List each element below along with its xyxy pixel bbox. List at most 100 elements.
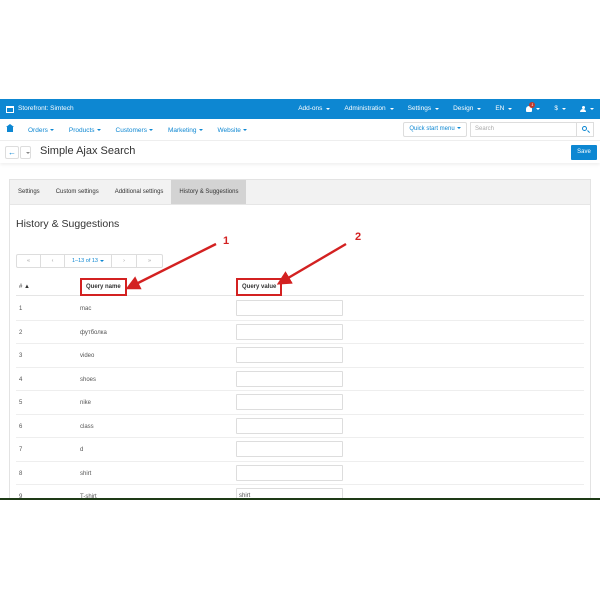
row-number: 6 xyxy=(19,423,23,430)
row-number: 1 xyxy=(19,306,23,312)
chevron-down-icon xyxy=(435,107,440,110)
table-row: 6 class xyxy=(16,415,584,438)
chevron-down-icon xyxy=(26,152,30,154)
menu-settings[interactable]: Settings xyxy=(408,105,440,112)
query-value-input[interactable] xyxy=(236,370,343,387)
pager-first[interactable]: « xyxy=(17,255,41,267)
search-button[interactable] xyxy=(577,122,594,137)
chevron-down-icon xyxy=(96,129,101,132)
tab-settings[interactable]: Settings xyxy=(10,180,48,204)
row-query-name: video xyxy=(80,353,95,359)
admin-screen: Storefront: Simtech Add-ons Administrati… xyxy=(0,99,600,499)
user-menu[interactable] xyxy=(580,105,594,112)
tab-custom-settings[interactable]: Custom settings xyxy=(48,180,107,204)
section-title: History & Suggestions xyxy=(16,218,120,230)
content-panel: Settings Custom settings Additional sett… xyxy=(9,179,591,499)
table-row: 1 mac xyxy=(16,297,584,321)
pager-range-select[interactable]: 1–13 of 13 xyxy=(65,255,112,267)
table-row: 9 T-shirt shirt xyxy=(16,485,584,499)
nav-orders-label: Orders xyxy=(28,127,48,134)
query-value-input[interactable] xyxy=(236,347,343,363)
menu-design-label: Design xyxy=(453,105,474,112)
table-row: 7 d xyxy=(16,438,584,462)
menu-addons[interactable]: Add-ons xyxy=(298,105,331,112)
query-value-input[interactable] xyxy=(236,417,343,434)
search-icon xyxy=(582,126,587,131)
chevron-down-icon xyxy=(148,129,153,132)
menu-design[interactable]: Design xyxy=(453,105,482,112)
nav-website-label: Website xyxy=(217,127,241,134)
tab-additional-settings[interactable]: Additional settings xyxy=(107,180,172,204)
pagination: « ‹ 1–13 of 13 › » xyxy=(16,254,163,268)
row-number: 5 xyxy=(19,400,23,406)
query-value-input[interactable] xyxy=(236,441,343,457)
nav-products[interactable]: Products xyxy=(69,127,101,134)
bell-icon: 1 xyxy=(526,101,536,112)
nav-marketing[interactable]: Marketing xyxy=(168,127,203,134)
annotation-label-2: 2 xyxy=(355,231,362,243)
query-value-input[interactable] xyxy=(236,300,343,316)
main-nav: Orders Products Customers Marketing Webs… xyxy=(0,119,600,141)
row-number: 3 xyxy=(19,353,23,359)
tab-history-suggestions[interactable]: History & Suggestions xyxy=(171,180,247,204)
chevron-down-icon xyxy=(536,107,541,110)
table-header: # ▲ Query name Query value xyxy=(16,277,584,296)
nav-customers-label: Customers xyxy=(115,127,147,134)
row-query-name: d xyxy=(80,447,84,453)
save-button[interactable]: Save xyxy=(571,145,597,160)
nav-orders[interactable]: Orders xyxy=(28,127,54,134)
nav-customers[interactable]: Customers xyxy=(116,127,153,134)
user-icon xyxy=(580,105,586,112)
nav-products-label: Products xyxy=(68,127,95,134)
pager-next[interactable]: › xyxy=(112,255,137,267)
home-icon[interactable] xyxy=(6,124,14,132)
title-bar: ← Simple Ajax Search Save xyxy=(0,141,600,163)
table-row: 3 video xyxy=(16,344,584,368)
pager-range-label: 1–13 of 13 xyxy=(72,258,98,264)
table-row: 4 shoes xyxy=(16,368,584,391)
chevron-down-icon xyxy=(242,129,247,132)
notifications-button[interactable]: 1 xyxy=(526,101,541,112)
quick-start-menu[interactable]: Quick start menu xyxy=(403,122,467,137)
notification-badge: 1 xyxy=(529,101,536,108)
row-number: 4 xyxy=(19,376,23,383)
pager-prev[interactable]: ‹ xyxy=(41,255,65,267)
chevron-down-icon xyxy=(590,107,594,110)
row-query-name: class xyxy=(80,423,94,430)
row-query-name: shirt xyxy=(80,470,92,477)
storefront-link[interactable]: Storefront: Simtech xyxy=(6,105,74,113)
pager-last[interactable]: » xyxy=(137,255,162,267)
row-number: 2 xyxy=(19,329,23,336)
query-value-input[interactable] xyxy=(236,394,343,410)
chevron-down-icon xyxy=(389,107,394,110)
nav-website[interactable]: Website xyxy=(218,127,247,134)
header-query-name[interactable]: Query name xyxy=(80,278,127,296)
table-row: 8 shirt xyxy=(16,462,584,485)
annotation-label-1: 1 xyxy=(223,235,230,247)
menu-addons-label: Add-ons xyxy=(298,105,323,112)
query-value-input[interactable] xyxy=(236,323,343,340)
row-query-name: shoes xyxy=(80,376,97,383)
currency-menu[interactable]: $ xyxy=(554,105,566,112)
chevron-down-icon xyxy=(100,259,104,262)
menu-language-label: EN xyxy=(495,105,505,112)
table-row: 5 nike xyxy=(16,391,584,415)
row-number: 7 xyxy=(19,447,23,453)
row-query-name: футболка xyxy=(80,329,107,336)
menu-administration[interactable]: Administration xyxy=(344,105,394,112)
header-number[interactable]: # ▲ xyxy=(19,284,30,290)
row-query-name: mac xyxy=(80,306,92,312)
chevron-down-icon xyxy=(477,107,482,110)
back-dropdown[interactable] xyxy=(20,146,31,159)
table-row: 2 футболка xyxy=(16,321,584,344)
chevron-down-icon xyxy=(49,129,54,132)
query-value-input[interactable] xyxy=(236,464,343,481)
menu-administration-label: Administration xyxy=(344,105,386,112)
menu-language[interactable]: EN xyxy=(495,105,513,112)
back-button[interactable]: ← xyxy=(5,146,19,159)
quick-start-label: Quick start menu xyxy=(409,126,455,132)
nav-marketing-label: Marketing xyxy=(167,127,197,134)
bottom-border xyxy=(0,498,600,500)
search-input[interactable]: Search xyxy=(470,122,577,137)
chevron-down-icon xyxy=(508,107,513,110)
